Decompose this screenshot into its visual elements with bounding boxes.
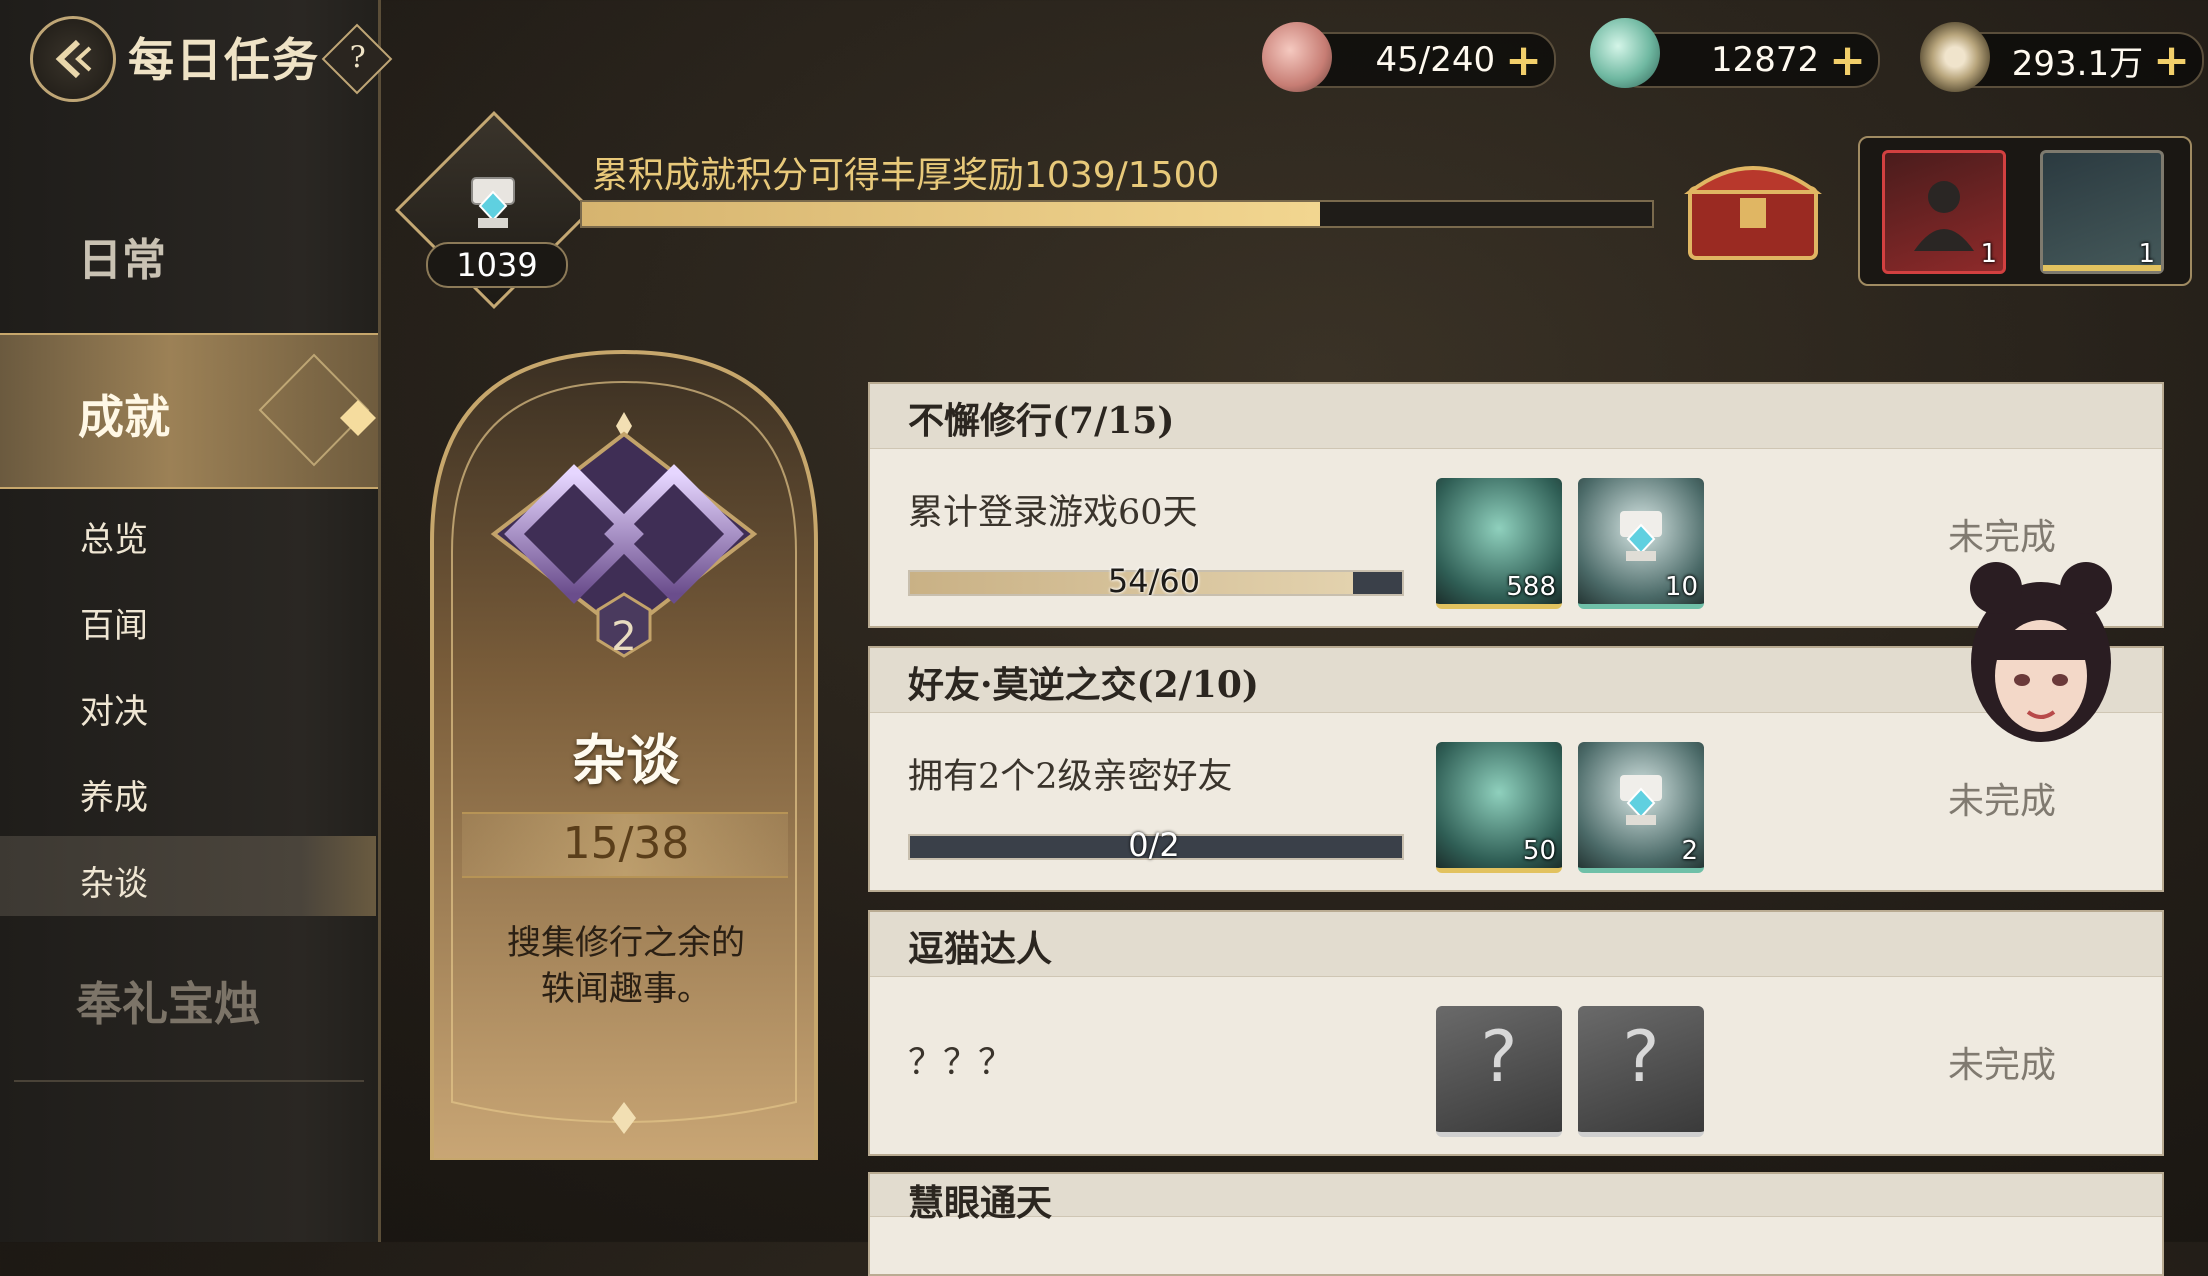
sidebar-item-baiwen[interactable]: 百闻 xyxy=(80,598,148,647)
category-name: 杂谈 xyxy=(572,728,680,792)
banner-card-icon[interactable]: 1 xyxy=(2040,150,2164,274)
achievement-description: 累计登录游戏60天 xyxy=(908,493,1198,533)
achievement-status: 未完成 xyxy=(1948,781,2057,822)
trophy-cup-glyph xyxy=(1620,511,1662,561)
sidebar-divider xyxy=(14,1080,364,1082)
trophy-cup-icon xyxy=(471,177,515,228)
add-stamina-button[interactable]: + xyxy=(1505,35,1542,86)
achievement-progress-text: 0/2 xyxy=(1128,826,1180,864)
help-icon: ? xyxy=(349,40,366,76)
row-header xyxy=(870,912,2162,977)
gear-coin-icon xyxy=(1920,22,1990,92)
portrait-frame-icon[interactable]: 1 xyxy=(1882,150,2006,274)
jade-lotus-icon xyxy=(1590,18,1660,88)
back-button[interactable] xyxy=(30,16,116,102)
sidebar-item-misc[interactable]: 杂谈 xyxy=(80,856,148,905)
jade-lotus-icon[interactable]: 588 xyxy=(1436,478,1562,609)
sidebar-category-daily[interactable]: 日常 xyxy=(78,224,166,288)
achievement-title: 不懈修行(7/15) xyxy=(908,400,1175,442)
unknown-question-icon[interactable]: ? xyxy=(1436,1006,1562,1137)
sidebar-item-overview[interactable]: 总览 xyxy=(80,512,148,561)
achievement-row: 慧眼通天 xyxy=(868,1172,2164,1276)
achievement-progress-fill xyxy=(582,202,1321,226)
sidebar xyxy=(0,0,381,1242)
page-title: 每日任务 xyxy=(128,33,320,87)
character-portrait[interactable] xyxy=(1916,552,2166,752)
back-arrow-icon xyxy=(55,39,92,79)
add-coin-button[interactable]: + xyxy=(2153,35,2190,86)
achievement-description: 拥有2个2级亲密好友 xyxy=(908,757,1233,797)
category-description: 搜集修行之余的 轶闻趣事。 xyxy=(507,923,745,1009)
achievement-row: 逗猫达人 ？？？ ? ? 未完成 xyxy=(868,910,2164,1156)
achievement-title: 逗猫达人 xyxy=(908,928,1053,970)
sidebar-item-duel[interactable]: 对决 xyxy=(80,684,148,733)
treasure-chest-icon[interactable] xyxy=(1680,148,1826,266)
sidebar-item-active-bg[interactable] xyxy=(0,836,376,916)
category-level: 2 xyxy=(611,614,637,660)
achievement-title: 慧眼通天 xyxy=(908,1182,1053,1224)
sidebar-category-gift[interactable]: 奉礼宝烛 xyxy=(76,968,260,1034)
achievement-progress-title: 累积成就积分可得丰厚奖励1039/1500 xyxy=(592,155,1220,196)
portrait-silhouette-icon xyxy=(1914,181,1974,251)
milestone-reward-box: 1 1 xyxy=(1858,136,2192,286)
trophy-cup-icon[interactable]: 2 xyxy=(1578,742,1704,873)
peach-stamina-icon xyxy=(1262,22,1332,92)
achievement-progress-text: 54/60 xyxy=(1107,562,1201,600)
achievement-description: ？？？ xyxy=(908,1043,1014,1083)
row-header xyxy=(870,1174,2162,1217)
diamond-pattern-decoration xyxy=(258,353,376,467)
jade-lotus-icon[interactable]: 50 xyxy=(1436,742,1562,873)
achievement-status: 未完成 xyxy=(1948,1045,2057,1086)
category-progress: 15/38 xyxy=(562,818,690,869)
unknown-question-icon[interactable]: ? xyxy=(1578,1006,1704,1137)
sidebar-category-achievement-bg[interactable] xyxy=(0,333,378,489)
achievement-progress-bar xyxy=(580,200,1654,228)
achievement-title: 好友·莫逆之交(2/10) xyxy=(908,664,1259,706)
sidebar-category-achievement[interactable]: 成就 xyxy=(78,381,170,447)
achievement-score: 1039 xyxy=(426,242,568,288)
sidebar-item-cultivate[interactable]: 养成 xyxy=(80,770,148,819)
add-jade-button[interactable]: + xyxy=(1829,35,1866,86)
trophy-cup-glyph xyxy=(1620,775,1662,825)
trophy-cup-icon[interactable]: 10 xyxy=(1578,478,1704,609)
